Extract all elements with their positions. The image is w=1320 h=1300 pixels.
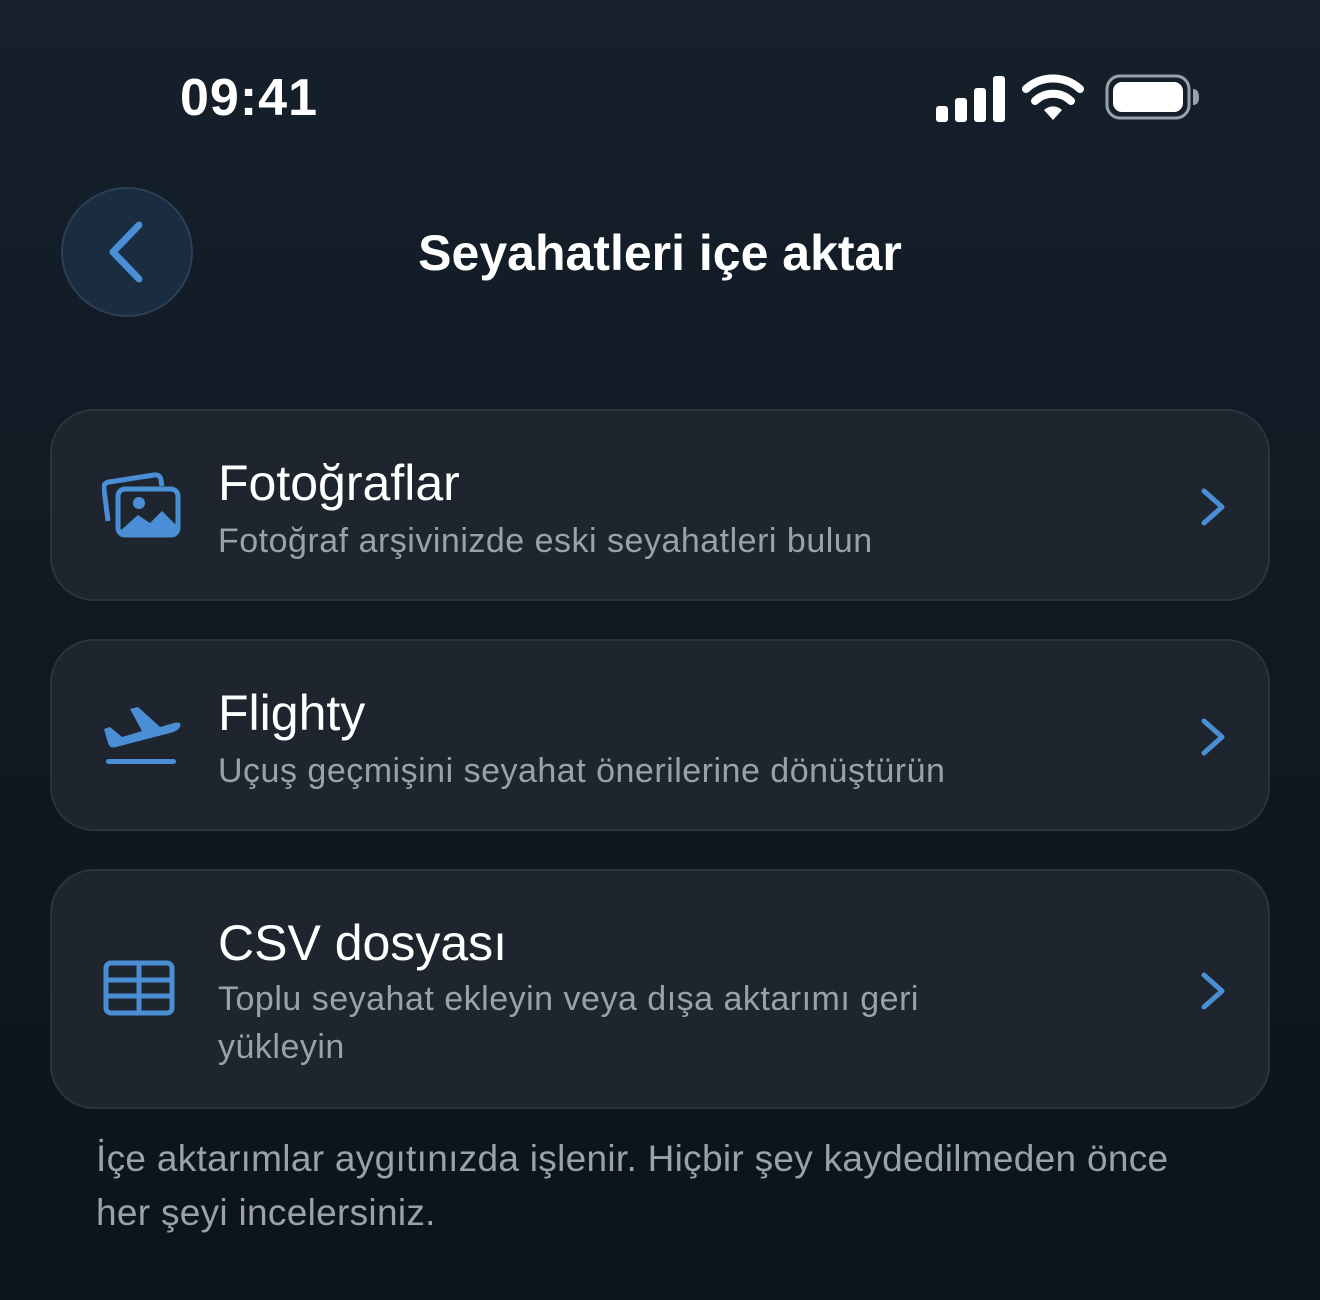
card-title: CSV dosyası bbox=[218, 915, 508, 971]
privacy-note: İçe aktarımlar aygıtınızda işlenir. Hiçb… bbox=[96, 1138, 1169, 1233]
chevron-right-icon bbox=[1201, 972, 1225, 1010]
status-icons bbox=[930, 70, 1210, 126]
import-trips-screen: 09:41 Seyahatleri içe aktar Fotoğraflar … bbox=[0, 0, 1320, 1300]
import-option-photos[interactable]: Fotoğraflar Fotoğraf arşivinizde eski se… bbox=[50, 409, 1270, 601]
cellular-signal-icon bbox=[936, 76, 1005, 122]
page-title: Seyahatleri içe aktar bbox=[418, 225, 902, 281]
wifi-icon bbox=[1022, 74, 1084, 120]
table-icon bbox=[103, 960, 175, 1016]
status-time: 09:41 bbox=[180, 69, 318, 127]
chevron-right-icon bbox=[1201, 718, 1225, 756]
chevron-right-icon bbox=[1201, 488, 1225, 526]
card-subtitle: Toplu seyahat ekleyin veya dışa aktarımı… bbox=[218, 980, 919, 1066]
card-title: Flighty bbox=[218, 685, 366, 741]
card-title: Fotoğraflar bbox=[218, 455, 460, 511]
photos-icon bbox=[102, 472, 181, 538]
battery-icon bbox=[1105, 74, 1199, 120]
import-option-csv[interactable]: CSV dosyası Toplu seyahat ekleyin veya d… bbox=[50, 869, 1270, 1109]
airplane-takeoff-icon bbox=[104, 707, 181, 764]
card-subtitle: Fotoğraf arşivinizde eski seyahatleri bu… bbox=[218, 522, 873, 560]
card-subtitle: Uçuş geçmişini seyahat önerilerine dönüş… bbox=[218, 752, 946, 790]
import-option-flighty[interactable]: Flighty Uçuş geçmişini seyahat önerileri… bbox=[50, 639, 1270, 831]
